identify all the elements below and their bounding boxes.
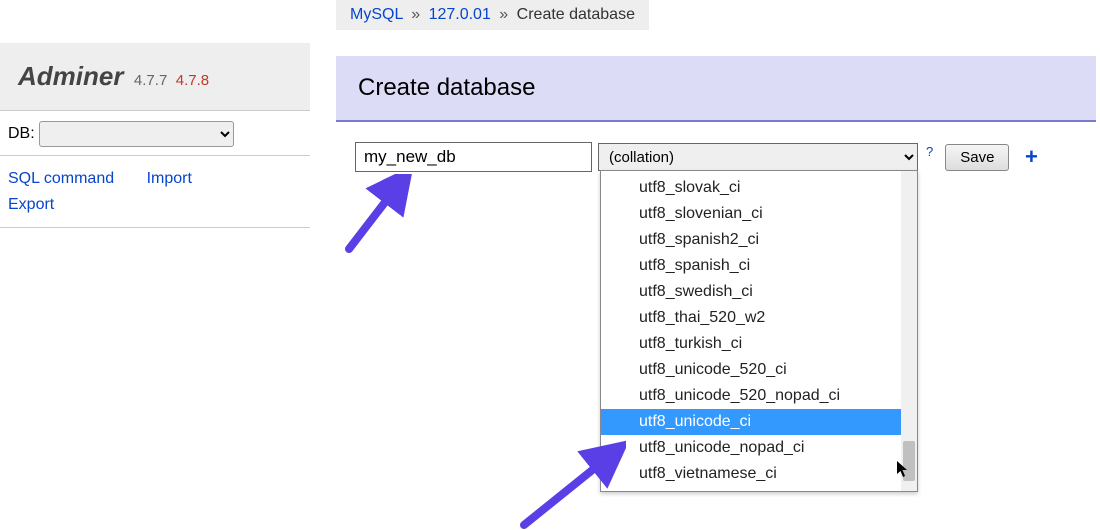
breadcrumb: MySQL » 127.0.01 » Create database (336, 0, 649, 30)
collation-option[interactable]: utf8_vietnamese_ci (601, 461, 917, 487)
collation-option[interactable]: utf8_turkish_ci (601, 331, 917, 357)
collation-option[interactable]: utf8_slovenian_ci (601, 201, 917, 227)
db-selector-row: DB: (0, 111, 310, 156)
collation-option[interactable]: utf8_swedish_ci (601, 279, 917, 305)
collation-option[interactable]: utf8_unicode_520_nopad_ci (601, 383, 917, 409)
sql-command-link[interactable]: SQL command (8, 170, 114, 187)
create-db-form: (collation) ? Save + (355, 142, 1041, 172)
help-link[interactable]: ? (926, 144, 933, 159)
collation-option[interactable]: utf8_spanish2_ci (601, 227, 917, 253)
breadcrumb-sep: » (499, 6, 508, 23)
breadcrumb-driver-link[interactable]: MySQL (350, 6, 403, 23)
collation-option[interactable]: utf8_slovak_ci (601, 175, 917, 201)
plus-icon[interactable]: + (1021, 144, 1041, 170)
collation-dropdown[interactable]: utf8_slovak_ciutf8_slovenian_ciutf8_span… (600, 170, 918, 492)
page-title: Create database (336, 56, 1096, 122)
app-new-version: 4.7.8 (176, 72, 209, 89)
app-name: Adminer (18, 61, 123, 91)
import-link[interactable]: Import (147, 170, 192, 187)
sidebar-links: SQL command Import Export (0, 156, 310, 228)
annotation-arrow (344, 174, 414, 254)
collation-option[interactable]: utf8_unicode_ci (601, 409, 917, 435)
logo-bar: Adminer 4.7.7 4.7.8 (0, 43, 310, 111)
collation-option[interactable]: utf8_unicode_nopad_ci (601, 435, 917, 461)
save-button[interactable]: Save (945, 144, 1009, 171)
db-name-input[interactable] (355, 142, 592, 172)
collation-select[interactable]: (collation) (598, 143, 918, 171)
dropdown-scrollbar[interactable] (901, 171, 917, 491)
breadcrumb-sep: » (411, 6, 420, 23)
collation-option[interactable]: utf8_unicode_520_ci (601, 357, 917, 383)
breadcrumb-current: Create database (517, 6, 635, 23)
collation-option[interactable]: utf8_spanish_ci (601, 253, 917, 279)
db-select[interactable] (39, 121, 234, 147)
sidebar: Adminer 4.7.7 4.7.8 DB: SQL command Impo… (0, 43, 310, 228)
db-label: DB: (8, 122, 35, 143)
export-link[interactable]: Export (8, 196, 54, 213)
breadcrumb-host-link[interactable]: 127.0.01 (429, 6, 491, 23)
scrollbar-thumb[interactable] (903, 441, 915, 481)
app-version: 4.7.7 (134, 72, 167, 89)
collation-option[interactable]: utf8_thai_520_w2 (601, 305, 917, 331)
